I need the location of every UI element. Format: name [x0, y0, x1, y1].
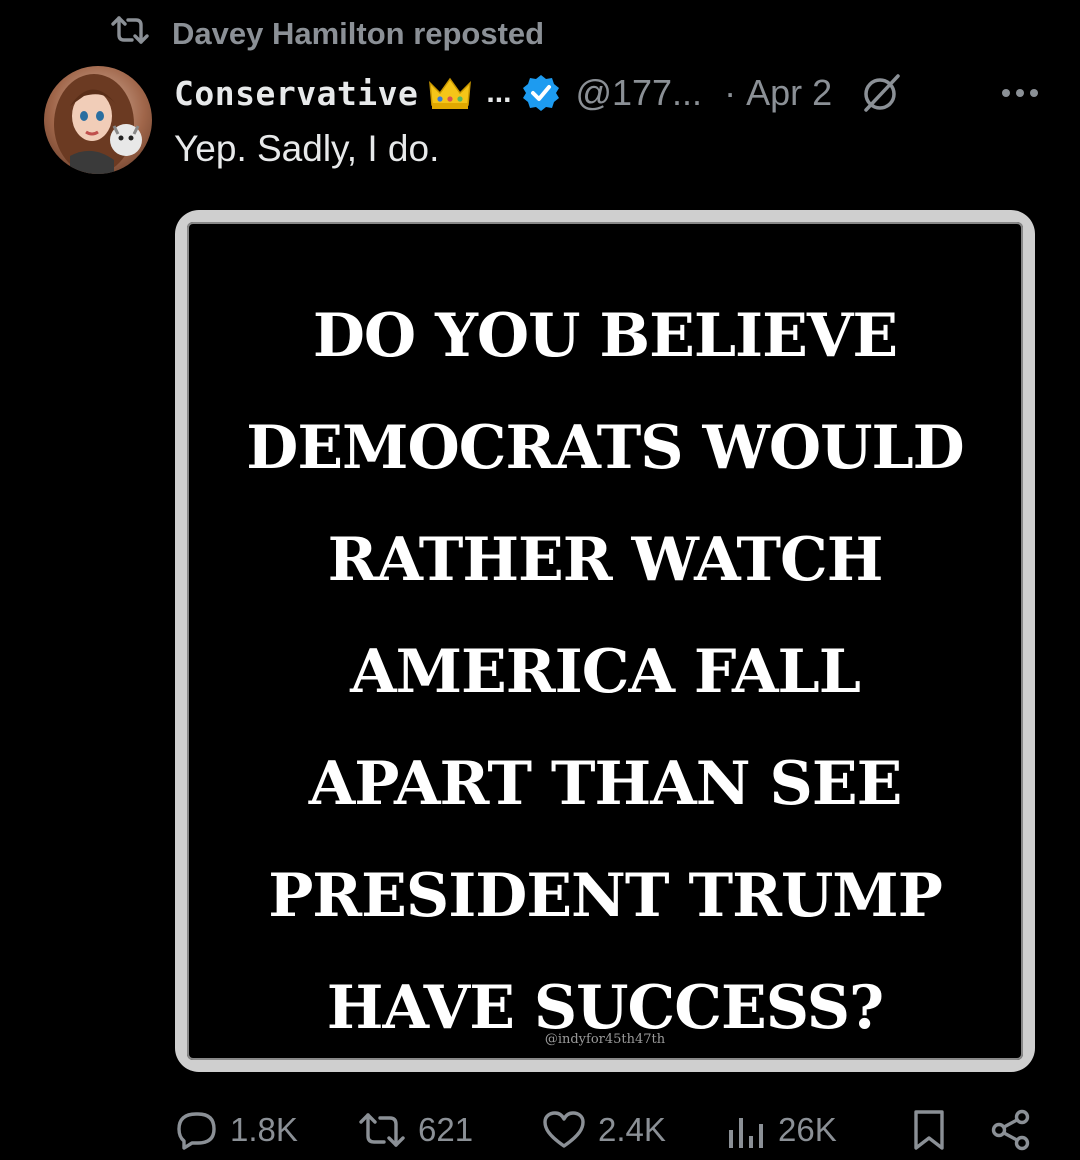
avatar[interactable] — [44, 66, 152, 174]
image-panel: DO YOU BELIEVE DEMOCRATS WOULD RATHER WA… — [187, 222, 1023, 1060]
share-button[interactable] — [990, 1100, 1032, 1160]
verified-badge-icon[interactable] — [521, 73, 561, 113]
views-button[interactable]: 26K — [726, 1100, 837, 1160]
crown-icon — [428, 75, 472, 111]
like-button[interactable]: 2.4K — [542, 1100, 666, 1160]
headline-line: DO YOU BELIEVE — [312, 301, 898, 371]
reply-icon — [176, 1110, 218, 1150]
more-icon[interactable] — [1000, 66, 1040, 120]
headline-line: DEMOCRATS WOULD — [246, 413, 964, 483]
headline-line: AMERICA FALL — [350, 637, 861, 707]
repost-count: 621 — [418, 1111, 474, 1148]
grok-icon[interactable] — [858, 70, 904, 116]
image-headline: DO YOU BELIEVE DEMOCRATS WOULD RATHER WA… — [187, 280, 1023, 1064]
handle[interactable]: @177... — [575, 72, 702, 114]
post-image[interactable]: DO YOU BELIEVE DEMOCRATS WOULD RATHER WA… — [175, 210, 1035, 1072]
image-watermark: @indyfor45th47th — [544, 1032, 666, 1047]
heart-icon — [542, 1110, 586, 1150]
post-date[interactable]: Apr 2 — [746, 72, 832, 114]
reply-button[interactable]: 1.8K — [176, 1100, 298, 1160]
name-truncation: ... — [486, 76, 512, 109]
reply-count: 1.8K — [230, 1111, 298, 1148]
action-bar: 1.8K 621 2.4K 26K — [176, 1100, 1036, 1160]
repost-icon — [110, 15, 150, 53]
views-icon — [726, 1110, 766, 1150]
display-name[interactable]: Conservative — [174, 74, 418, 113]
headline-line: RATHER WATCH — [327, 525, 884, 595]
repost-button[interactable]: 621 — [358, 1100, 473, 1160]
repost-icon — [358, 1112, 406, 1148]
headline-line: APART THAN SEE — [308, 749, 903, 819]
separator: · — [724, 72, 737, 113]
views-count: 26K — [778, 1111, 837, 1148]
like-count: 2.4K — [598, 1111, 666, 1148]
bookmark-icon — [912, 1109, 946, 1151]
repost-text: Davey Hamilton reposted — [172, 16, 545, 51]
headline-line: PRESIDENT TRUMP — [268, 861, 943, 931]
repost-header[interactable]: Davey Hamilton reposted — [110, 14, 544, 54]
bookmark-button[interactable] — [912, 1100, 946, 1160]
post-header: Conservative ... @177... · Apr 2 — [174, 66, 1040, 120]
post-text: Yep. Sadly, I do. — [174, 128, 440, 169]
share-icon — [990, 1109, 1032, 1151]
headline-line: HAVE SUCCESS? — [326, 973, 884, 1043]
